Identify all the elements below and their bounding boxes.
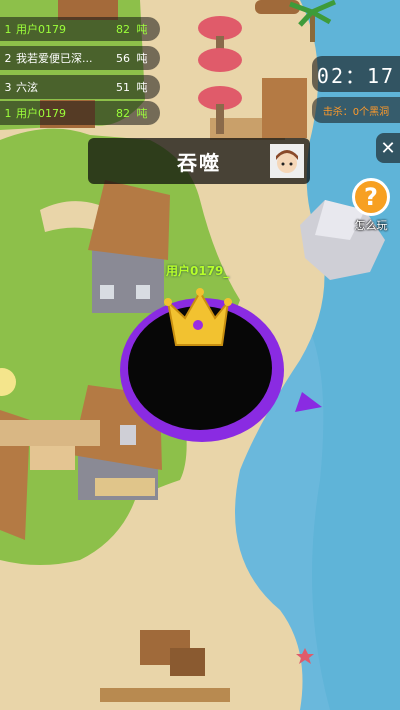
score: 82 bbox=[116, 22, 130, 36]
unit: 吨 bbox=[136, 23, 148, 36]
player-name: 我若爱便已深... bbox=[16, 52, 93, 65]
unit: 吨 bbox=[136, 81, 148, 94]
stone-house bbox=[88, 180, 170, 313]
dock-crate-2 bbox=[170, 648, 205, 676]
swallow-banner: 吞噬 bbox=[88, 138, 310, 184]
rank: 2 bbox=[4, 51, 12, 65]
dock-plank bbox=[100, 688, 230, 702]
unit: 吨 bbox=[136, 52, 148, 65]
player-label: 用户0179_ bbox=[166, 264, 230, 278]
player-name: 用户0179 bbox=[16, 107, 66, 120]
score: 82 bbox=[116, 106, 130, 120]
player-name: 六泫 bbox=[16, 81, 38, 94]
player-name: 用户0179 bbox=[16, 23, 66, 36]
unit: 吨 bbox=[136, 107, 148, 120]
leaderboard-row-self: 1 用户0179 82 吨 bbox=[0, 101, 160, 125]
leaderboard-row: 1 用户0179 82 吨 bbox=[0, 17, 160, 41]
rank: 1 bbox=[4, 22, 12, 36]
how-to-play-button[interactable]: ? 怎么玩 bbox=[346, 178, 396, 232]
kill-count: 击杀：0个黑洞 bbox=[312, 97, 400, 123]
close-icon[interactable]: ✕ bbox=[376, 133, 400, 163]
rank: 3 bbox=[4, 80, 12, 94]
leaderboard-row: 2 我若爱便已深... 56 吨 bbox=[0, 46, 160, 70]
score: 56 bbox=[116, 51, 130, 65]
avatar-icon bbox=[270, 144, 304, 178]
score: 51 bbox=[116, 80, 130, 94]
how-to-play-label: 怎么玩 bbox=[354, 219, 388, 232]
pier-hut bbox=[262, 78, 307, 138]
match-timer: 02：17 bbox=[312, 56, 400, 92]
rank: 1 bbox=[4, 106, 12, 120]
question-icon: ? bbox=[352, 178, 390, 216]
leaderboard-row: 3 六泫 51 吨 bbox=[0, 75, 160, 99]
